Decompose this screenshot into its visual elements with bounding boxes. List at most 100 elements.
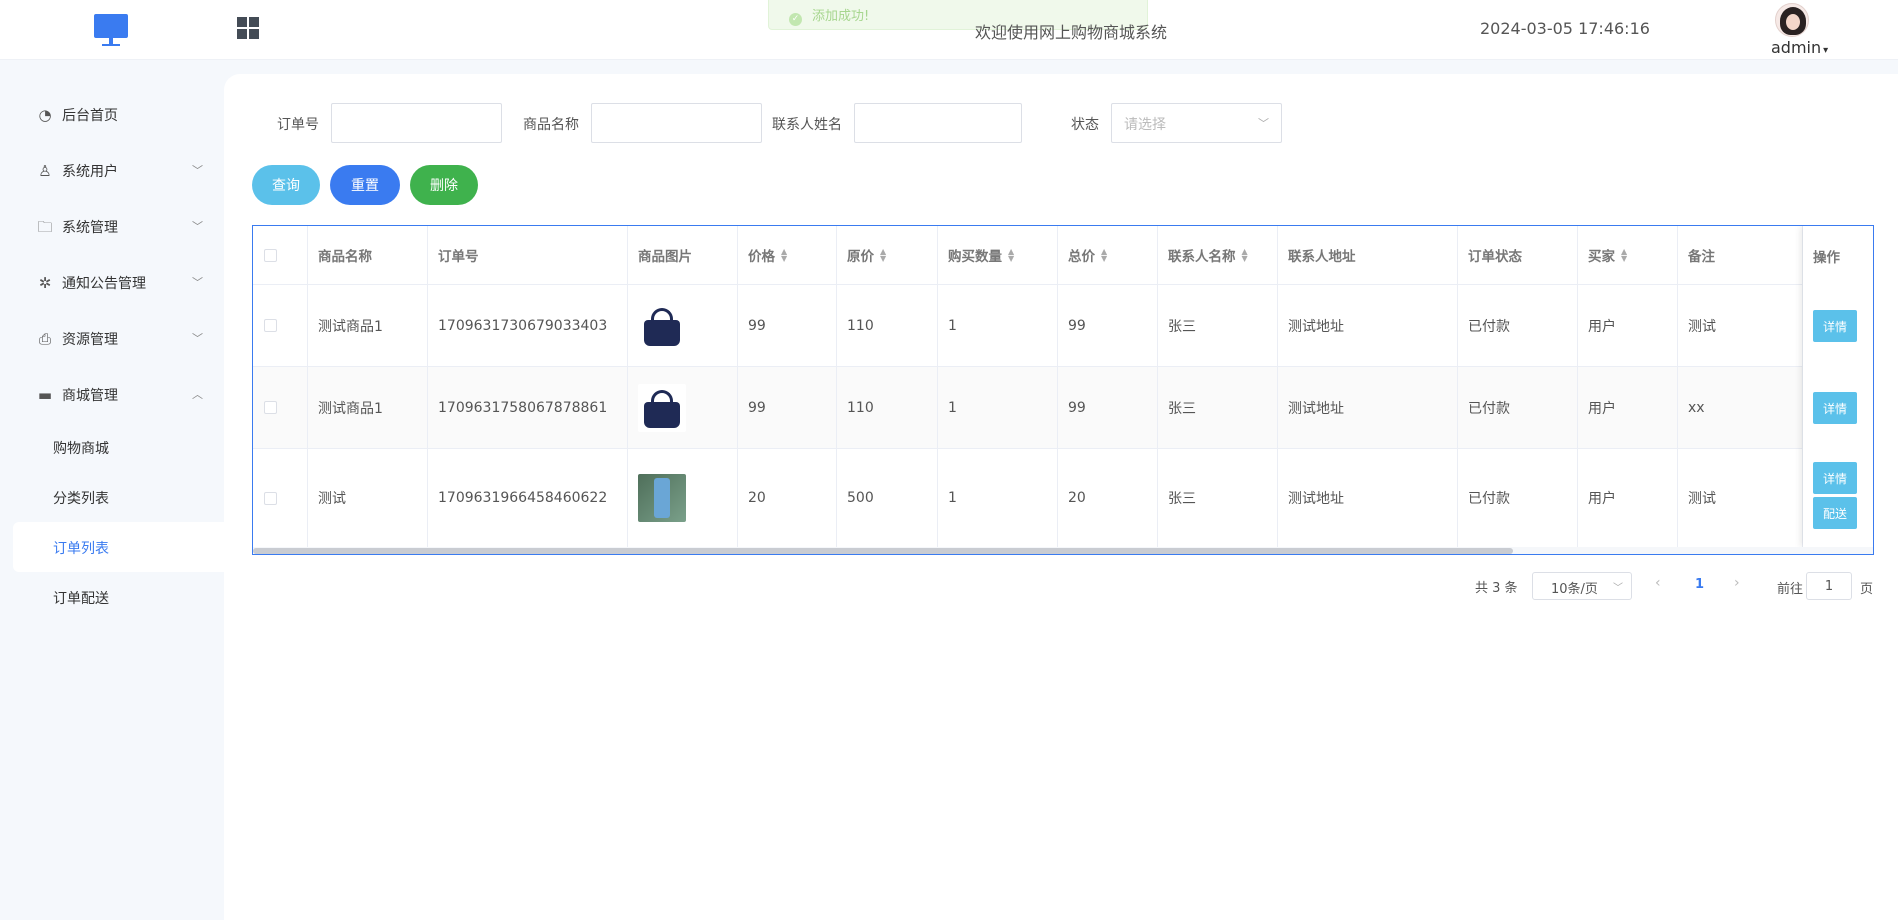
row-checkbox-cell (253, 367, 308, 448)
row-checkbox[interactable] (264, 319, 277, 332)
sort-icon[interactable]: ▲ ▼ (781, 248, 787, 263)
cell-product-image (628, 367, 738, 448)
cell-order-no: 1709631730679033403 (428, 285, 628, 366)
table-header-row: 商品名称 订单号 商品图片 价格 ▲ ▼ 原价 ▲ ▼ 购买数量 ▲ ▼ 总价 ▲ ▼ 联系人名… (253, 226, 1873, 285)
grid-menu-icon[interactable] (237, 17, 259, 39)
header-orig-price[interactable]: 原价 ▲ ▼ (837, 226, 938, 284)
header-contact-name-label: 联系人名称 (1168, 249, 1236, 265)
header-contact-name[interactable]: 联系人名称 ▲ ▼ (1158, 226, 1278, 284)
cell-orig-price: 110 (837, 285, 938, 366)
sort-icon[interactable]: ▲ ▼ (1101, 248, 1107, 263)
sidebar-subitem-categories[interactable]: 分类列表 (13, 472, 224, 522)
select-all-cell (253, 226, 308, 284)
reset-button[interactable]: 重置 (330, 165, 400, 205)
product-name-input[interactable] (591, 103, 762, 143)
select-all-checkbox[interactable] (264, 248, 277, 262)
header-orig-price-label: 原价 (847, 249, 874, 265)
header-total[interactable]: 总价 ▲ ▼ (1058, 226, 1158, 284)
detail-button[interactable]: 详情 (1813, 392, 1857, 424)
cell-contact-address: 测试地址 (1278, 367, 1458, 448)
horizontal-scrollbar[interactable] (253, 547, 1873, 554)
header-product-name: 商品名称 (308, 226, 428, 284)
cell-order-no: 1709631758067878861 (428, 367, 628, 448)
status-label: 状态 (1071, 117, 1099, 133)
cell-product-image (628, 285, 738, 366)
row-checkbox[interactable] (264, 491, 277, 505)
sidebar-item-label: 后台首页 (62, 108, 118, 124)
page-size-value: 10条/页 (1551, 582, 1598, 597)
detail-button[interactable]: 详情 (1813, 462, 1857, 494)
sort-icon[interactable]: ▲ ▼ (1621, 248, 1627, 263)
header-buyer[interactable]: 买家 ▲ ▼ (1578, 226, 1678, 284)
cell-product-name: 测试 (308, 449, 428, 547)
cell-quantity: 1 (938, 285, 1058, 366)
page-size-select[interactable]: 10条/页 ﹀ (1532, 572, 1632, 600)
water-bottle-image[interactable] (638, 474, 686, 522)
table-row: 测试 1709631966458460622 20 500 1 20 张三 测试… (253, 449, 1873, 547)
chevron-down-icon: ﹀ (192, 164, 203, 177)
handbag-image[interactable] (638, 301, 686, 350)
sidebar-item-mall[interactable]: ▬ 商城管理 ︿ (0, 374, 224, 414)
order-no-input[interactable] (331, 103, 502, 143)
cell-price: 20 (738, 449, 837, 547)
user-menu[interactable]: admin ▾ (1771, 38, 1828, 57)
cell-contact-address: 测试地址 (1278, 285, 1458, 366)
header-operations: 操作 (1813, 250, 1840, 266)
monitor-icon: ▬ (37, 386, 53, 404)
cell-buyer: 用户 (1578, 285, 1678, 366)
header-product-image: 商品图片 (628, 226, 738, 284)
sidebar-item-resources[interactable]: ⎙ 资源管理 ﹀ (0, 318, 224, 358)
sort-icon[interactable]: ▲ ▼ (1242, 248, 1248, 263)
sort-icon[interactable]: ▲ ▼ (1008, 248, 1014, 263)
avatar[interactable] (1775, 3, 1809, 37)
header-price-label: 价格 (748, 249, 775, 265)
goto-page-input[interactable]: 1 (1806, 572, 1852, 600)
sidebar-item-system-users[interactable]: ♙ 系统用户 ﹀ (0, 150, 224, 190)
header-buyer-label: 买家 (1588, 249, 1615, 265)
sort-icon[interactable]: ▲ ▼ (880, 248, 886, 263)
sidebar-item-label: 系统管理 (62, 220, 118, 236)
chevron-up-icon: ︿ (192, 388, 203, 401)
header-price[interactable]: 价格 ▲ ▼ (738, 226, 837, 284)
table-row: 测试商品1 1709631730679033403 99 110 1 99 张三… (253, 285, 1873, 367)
operations-column: 操作 详情 详情 详情 配送 (1803, 226, 1873, 547)
sidebar-item-system-management[interactable]: 🗀 系统管理 ﹀ (0, 206, 224, 246)
table-row: 测试商品1 1709631758067878861 99 110 1 99 张三… (253, 367, 1873, 449)
header-contact-address: 联系人地址 (1278, 226, 1458, 284)
cell-note: 测试 (1678, 449, 1803, 547)
deliver-button[interactable]: 配送 (1813, 497, 1857, 529)
page-number-current[interactable]: 1 (1695, 577, 1704, 592)
sidebar-item-notice[interactable]: ✲ 通知公告管理 ﹀ (0, 262, 224, 302)
prev-page-icon[interactable]: ‹ (1655, 575, 1661, 591)
sidebar-item-label: 系统用户 (62, 164, 118, 180)
cell-quantity: 1 (938, 449, 1058, 547)
cell-product-name: 测试商品1 (308, 285, 428, 366)
scrollbar-thumb[interactable] (253, 548, 1513, 554)
sidebar-subitem-shop[interactable]: 购物商城 (13, 422, 224, 472)
delete-button[interactable]: 删除 (410, 165, 478, 205)
contact-name-input[interactable] (854, 103, 1022, 143)
sidebar-item-label: 资源管理 (62, 332, 118, 348)
header-quantity[interactable]: 购买数量 ▲ ▼ (938, 226, 1058, 284)
page-suffix-label: 页 (1860, 582, 1874, 597)
status-select[interactable]: 请选择 ﹀ (1111, 103, 1282, 143)
chevron-down-icon: ﹀ (1613, 583, 1623, 594)
cell-note: 测试 (1678, 285, 1803, 366)
next-page-icon[interactable]: › (1734, 575, 1740, 591)
monitor-logo-icon (94, 14, 128, 46)
detail-button[interactable]: 详情 (1813, 310, 1857, 342)
sidebar-subitem-orders[interactable]: 订单列表 (13, 522, 224, 572)
datetime-text: 2024-03-05 17:46:16 (1480, 19, 1650, 38)
toast-message: 添加成功! (812, 9, 870, 24)
header-order-status: 订单状态 (1458, 226, 1578, 284)
cell-order-status: 已付款 (1458, 367, 1578, 448)
query-button[interactable]: 查询 (252, 165, 320, 205)
cell-order-status: 已付款 (1458, 449, 1578, 547)
sidebar-subitem-delivery[interactable]: 订单配送 (13, 572, 224, 622)
cell-product-name: 测试商品1 (308, 367, 428, 448)
row-checkbox[interactable] (264, 401, 277, 414)
sidebar-item-home[interactable]: ◔ 后台首页 (0, 94, 224, 134)
status-placeholder: 请选择 (1124, 117, 1166, 133)
handbag-image[interactable] (638, 383, 686, 432)
sidebar-subitem-label: 购物商城 (53, 441, 109, 457)
